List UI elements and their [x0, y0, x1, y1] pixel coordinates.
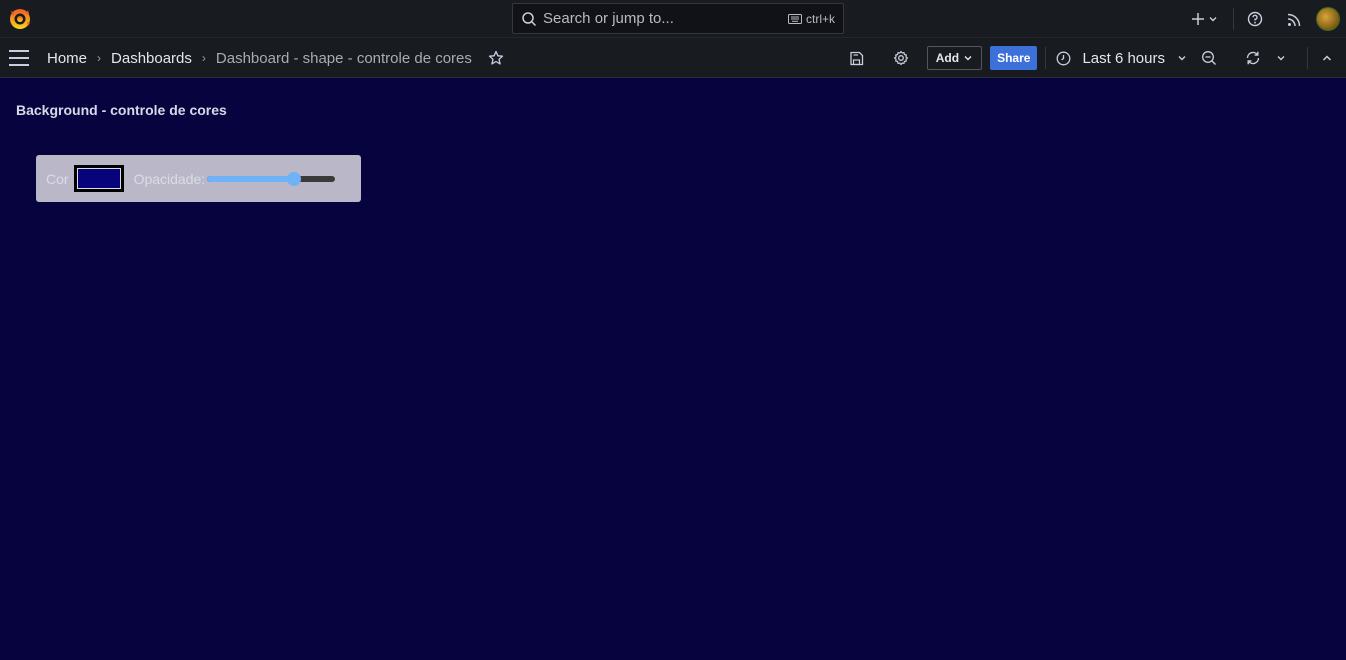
share-button[interactable]: Share — [990, 46, 1038, 70]
time-range-label: Last 6 hours — [1082, 49, 1165, 67]
top-bar: Search or jump to... ctrl+k — [0, 0, 1346, 38]
keyboard-icon — [787, 13, 802, 24]
color-label: Cor — [46, 170, 69, 187]
add-button-label: Add — [935, 51, 960, 65]
shortcut-text: ctrl+k — [805, 11, 835, 26]
chevron-right-icon: › — [201, 51, 206, 65]
opacity-label: Opacidade: — [133, 170, 206, 187]
divider — [1045, 47, 1047, 69]
color-swatch — [76, 168, 121, 189]
chevron-right-icon: › — [97, 51, 102, 65]
gear-icon — [893, 50, 908, 66]
breadcrumb-dashboards[interactable]: Dashboards — [111, 50, 192, 67]
search-input[interactable]: Search or jump to... ctrl+k — [512, 3, 844, 34]
search-placeholder: Search or jump to... — [543, 10, 674, 27]
plus-icon — [1191, 13, 1204, 25]
keyboard-shortcut: ctrl+k — [787, 11, 835, 26]
save-button[interactable] — [841, 42, 873, 74]
color-control-panel: Cor Opacidade: — [36, 155, 361, 202]
save-icon — [850, 51, 864, 65]
chevron-up-icon — [1322, 55, 1332, 61]
news-button[interactable] — [1276, 12, 1312, 27]
slider-fill — [207, 175, 295, 182]
help-icon — [1247, 11, 1263, 27]
zoom-out-icon — [1202, 51, 1216, 65]
breadcrumb: Home › Dashboards › Dashboard - shape - … — [47, 48, 504, 68]
time-range-picker[interactable]: Last 6 hours — [1056, 50, 1187, 67]
refresh-button[interactable] — [1237, 42, 1269, 74]
new-menu-button[interactable] — [1187, 12, 1221, 26]
chevron-down-icon — [1178, 56, 1186, 61]
chevron-down-icon — [964, 56, 972, 61]
share-button-label: Share — [997, 51, 1031, 65]
slider-thumb[interactable] — [287, 171, 302, 186]
avatar — [1316, 7, 1340, 31]
rss-icon — [1287, 13, 1300, 26]
zoom-out-button[interactable] — [1193, 42, 1225, 74]
opacity-slider[interactable] — [207, 171, 336, 187]
star-icon[interactable] — [488, 50, 504, 66]
menu-toggle-button[interactable] — [9, 50, 29, 66]
refresh-icon — [1246, 51, 1260, 65]
panel-title: Background - controle de cores — [16, 102, 227, 118]
settings-button[interactable] — [885, 42, 917, 74]
profile-button[interactable] — [1312, 7, 1346, 31]
refresh-interval-dropdown[interactable] — [1269, 42, 1293, 74]
dashboard-toolbar: Add Share Last 6 hours — [841, 38, 1346, 78]
chevron-down-icon — [1277, 56, 1285, 61]
add-button[interactable]: Add — [926, 46, 983, 70]
search-icon — [522, 11, 537, 26]
top-right-icons — [1187, 0, 1346, 38]
help-button[interactable] — [1234, 11, 1276, 27]
nav-bar: Home › Dashboards › Dashboard - shape - … — [0, 38, 1346, 78]
chevron-down-icon — [1209, 17, 1216, 22]
color-picker-input[interactable] — [73, 165, 124, 192]
breadcrumb-current: Dashboard - shape - controle de cores — [215, 49, 472, 67]
breadcrumb-home[interactable]: Home — [47, 50, 87, 67]
grafana-logo-icon[interactable] — [7, 6, 33, 32]
collapse-header-button[interactable] — [1308, 42, 1346, 74]
clock-icon — [1056, 51, 1071, 65]
